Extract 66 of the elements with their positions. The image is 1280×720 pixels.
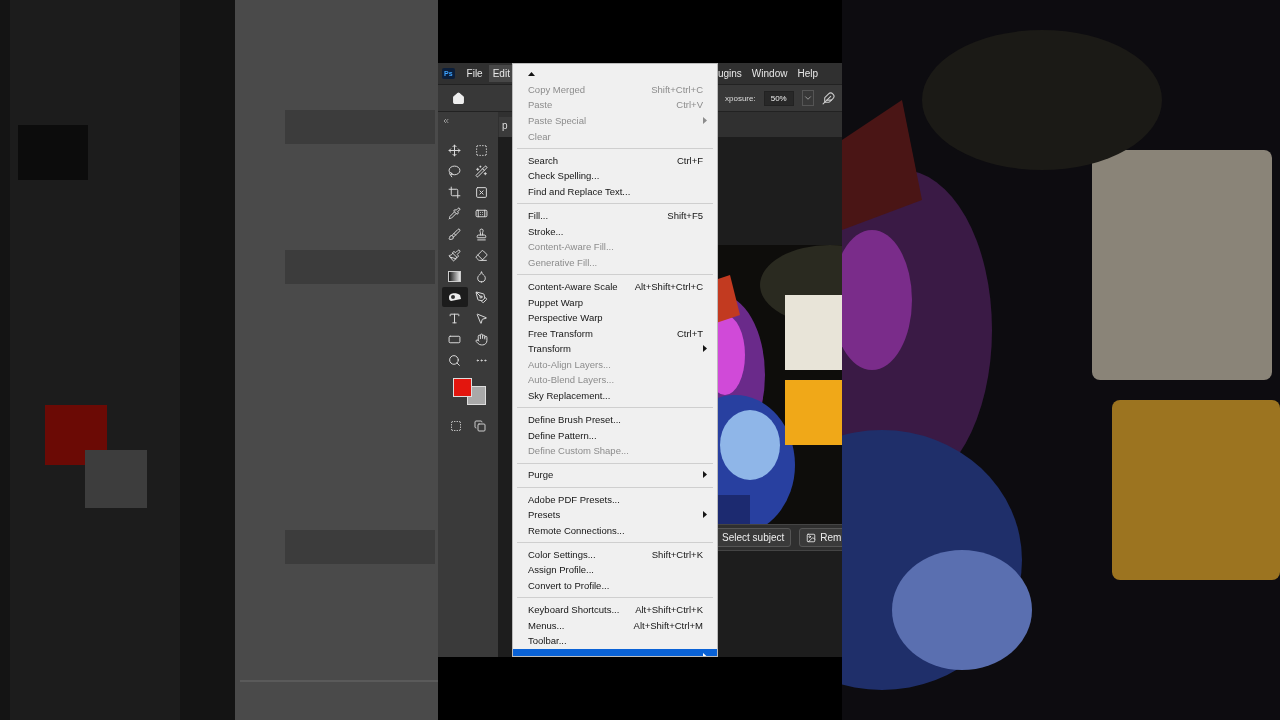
lasso-icon [448,164,461,178]
exposure-label: xposure: [725,93,756,103]
task-bar-button[interactable]: Select subject [715,528,792,547]
screen-mode-icon[interactable] [474,420,486,432]
menu-item[interactable]: Convert to Profile... [513,577,717,594]
history-brush-icon [448,248,461,262]
menu-item[interactable]: Find and Replace Text... [513,183,717,200]
menu-item[interactable]: Assign Profile... [513,562,717,578]
menu-item[interactable]: Color Settings... Shift+Ctrl+K [513,546,717,563]
crop-icon [448,185,461,199]
menu-item[interactable]: Menus... Alt+Shift+Ctrl+M [513,617,717,633]
image-icon [806,532,817,543]
menu-item[interactable]: Free Transform Ctrl+T [513,325,717,341]
menu-item[interactable]: Presets [513,506,717,523]
task-bar-button[interactable]: Rem [799,528,842,547]
eraser-icon [475,248,488,262]
exposure-field[interactable]: 50% [763,90,794,106]
menu-item[interactable]: Sky Replacement... [513,387,717,404]
dodge-icon [447,292,462,302]
menu-bar-item[interactable]: Edit [488,65,514,82]
submenu-arrow-icon [703,345,707,353]
home-icon[interactable] [452,91,465,105]
chevron-down-icon [802,93,813,103]
menu-bar-item[interactable]: Window [747,65,792,82]
menu-item[interactable]: Fill... Shift+F5 [513,207,717,224]
pointer-icon [475,311,488,325]
color-swatch-drawing[interactable] [453,378,487,406]
droplet-icon [475,269,488,283]
stamp-icon [475,227,488,241]
zoom-icon [448,353,461,367]
menu-item[interactable]: Adobe PDF Presets... [513,491,717,507]
menu-bar-item[interactable]: File [462,65,487,82]
frame-icon [475,185,488,199]
menu-item[interactable]: Content-Aware Scale Alt+Shift+Ctrl+C [513,278,717,295]
menu-item[interactable]: Define Pattern... [513,427,717,444]
menu-item[interactable]: Remote Connections... [513,522,717,539]
menu-bar-item[interactable]: Help [793,65,822,82]
move-icon [448,143,461,157]
marquee-icon [475,143,488,157]
quick-mask-icon[interactable] [450,420,462,432]
menu-item[interactable]: Transform [513,341,717,357]
menu-bar-item[interactable]: ugins [713,65,746,82]
magic-wand-icon [475,164,488,178]
menu-item[interactable]: Define Brush Preset... [513,411,717,428]
submenu-arrow-icon [703,511,707,519]
brush-icon [448,227,461,241]
menu-item[interactable]: Stroke... [513,223,717,239]
menu-item[interactable]: Perspective Warp [513,309,717,326]
submenu-arrow-icon [703,471,707,479]
submenu-arrow-icon [703,117,707,125]
menu-item[interactable]: Toolbar... [513,633,717,649]
gradient-icon [448,270,461,282]
hand-icon [475,332,488,346]
menu-item[interactable]: Check Spelling... [513,168,717,184]
pen-icon [475,290,488,304]
menu-item[interactable]: Puppet Warp [513,294,717,310]
scroll-up-icon[interactable] [528,71,535,76]
tool-button[interactable] [441,287,468,307]
menu-item[interactable]: Purge [513,467,717,483]
menu-item[interactable]: Search Ctrl+F [513,152,717,169]
airbrush-icon[interactable] [821,91,835,105]
document-tab[interactable]: p [499,117,512,137]
eyedropper-icon [448,206,461,220]
collapse-icon[interactable] [442,117,450,125]
menu-item[interactable]: Keyboard Shortcuts... Alt+Shift+Ctrl+K [513,601,717,618]
type-icon [448,311,461,325]
